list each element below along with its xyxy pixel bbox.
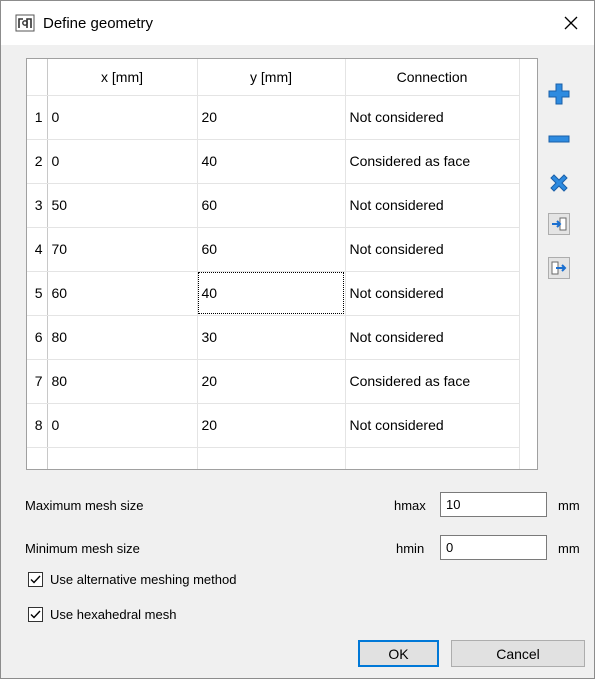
x-cell[interactable]: 0 bbox=[47, 95, 198, 140]
hexahedral-mesh-checkbox[interactable] bbox=[28, 607, 43, 622]
dialog-title: Define geometry bbox=[43, 15, 154, 32]
hmax-unit: mm bbox=[558, 498, 580, 513]
connection-cell[interactable]: Not considered bbox=[345, 227, 520, 272]
row-number[interactable]: 4 bbox=[27, 227, 48, 272]
hmin-unit: mm bbox=[558, 541, 580, 556]
corner-cell bbox=[27, 59, 48, 96]
x-cell[interactable]: 70 bbox=[47, 227, 198, 272]
connection-cell[interactable]: Considered as face bbox=[345, 139, 520, 184]
checkmark-icon bbox=[30, 610, 41, 619]
y-cell[interactable]: 20 bbox=[197, 359, 346, 404]
define-geometry-dialog: Define geometry x [mm] y [mm] Connection bbox=[0, 0, 595, 679]
row-number[interactable]: 5 bbox=[27, 271, 48, 316]
table-row: 8 0 20 Not considered bbox=[27, 403, 520, 448]
y-cell[interactable]: 20 bbox=[197, 403, 346, 448]
row-number[interactable]: 3 bbox=[27, 183, 48, 228]
hmax-label: hmax bbox=[394, 498, 426, 513]
table-row: 1 0 20 Not considered bbox=[27, 95, 520, 140]
table-row: 5 60 40 Not considered bbox=[27, 271, 520, 316]
x-cell[interactable]: 80 bbox=[47, 315, 198, 360]
x-cell[interactable]: 80 bbox=[47, 359, 198, 404]
checkmark-icon bbox=[30, 575, 41, 584]
x-cell[interactable]: 50 bbox=[47, 183, 198, 228]
column-header-connection[interactable]: Connection bbox=[345, 59, 520, 96]
alt-meshing-checkbox[interactable] bbox=[28, 572, 43, 587]
add-row-icon bbox=[548, 83, 570, 105]
table-header-row: x [mm] y [mm] Connection bbox=[27, 59, 520, 96]
connection-cell[interactable]: Not considered bbox=[345, 403, 520, 448]
y-cell[interactable]: 30 bbox=[197, 315, 346, 360]
x-cell[interactable]: 0 bbox=[47, 139, 198, 184]
y-cell[interactable] bbox=[197, 447, 346, 469]
column-header-y[interactable]: y [mm] bbox=[197, 59, 346, 96]
import-button[interactable] bbox=[548, 213, 570, 235]
delete-all-icon bbox=[550, 174, 568, 192]
connection-cell[interactable]: Not considered bbox=[345, 315, 520, 360]
connection-cell[interactable] bbox=[345, 447, 520, 469]
delete-all-button[interactable] bbox=[546, 170, 572, 196]
y-cell-focused[interactable]: 40 bbox=[197, 271, 346, 316]
cancel-button[interactable]: Cancel bbox=[451, 640, 585, 667]
x-cell[interactable]: 60 bbox=[47, 271, 198, 316]
y-cell[interactable]: 60 bbox=[197, 227, 346, 272]
max-mesh-size-label: Maximum mesh size bbox=[25, 498, 144, 513]
close-icon bbox=[564, 16, 578, 30]
table-row-new bbox=[27, 447, 520, 469]
column-header-x[interactable]: x [mm] bbox=[47, 59, 198, 96]
table-row: 7 80 20 Considered as face bbox=[27, 359, 520, 404]
table-row: 4 70 60 Not considered bbox=[27, 227, 520, 272]
y-cell[interactable]: 40 bbox=[197, 139, 346, 184]
remove-row-icon bbox=[548, 135, 570, 143]
hmax-input[interactable] bbox=[440, 492, 547, 517]
y-cell[interactable]: 20 bbox=[197, 95, 346, 140]
export-button[interactable] bbox=[548, 257, 570, 279]
row-number[interactable]: 1 bbox=[27, 95, 48, 140]
row-number[interactable]: 8 bbox=[27, 403, 48, 448]
hmin-input[interactable] bbox=[440, 535, 547, 560]
title-bar: Define geometry bbox=[1, 1, 594, 45]
table-row: 6 80 30 Not considered bbox=[27, 315, 520, 360]
connection-cell[interactable]: Not considered bbox=[345, 271, 520, 316]
min-mesh-size-label: Minimum mesh size bbox=[25, 541, 140, 556]
close-button[interactable] bbox=[548, 1, 594, 45]
row-number[interactable]: 6 bbox=[27, 315, 48, 360]
hexahedral-mesh-label[interactable]: Use hexahedral mesh bbox=[50, 607, 176, 622]
connection-cell[interactable]: Not considered bbox=[345, 183, 520, 228]
hmin-label: hmin bbox=[396, 541, 425, 556]
import-icon bbox=[552, 217, 567, 231]
row-number[interactable]: 2 bbox=[27, 139, 48, 184]
export-icon bbox=[551, 261, 567, 275]
remove-row-button[interactable] bbox=[546, 126, 572, 152]
add-row-button[interactable] bbox=[546, 81, 572, 107]
geometry-table: x [mm] y [mm] Connection 1 0 20 Not cons… bbox=[26, 58, 538, 470]
table-row: 3 50 60 Not considered bbox=[27, 183, 520, 228]
y-cell[interactable]: 60 bbox=[197, 183, 346, 228]
app-icon bbox=[15, 14, 35, 32]
row-number[interactable] bbox=[27, 447, 48, 469]
ok-button[interactable]: OK bbox=[358, 640, 439, 667]
x-cell[interactable] bbox=[47, 447, 198, 469]
table-row: 2 0 40 Considered as face bbox=[27, 139, 520, 184]
row-number[interactable]: 7 bbox=[27, 359, 48, 404]
connection-cell[interactable]: Considered as face bbox=[345, 359, 520, 404]
connection-cell[interactable]: Not considered bbox=[345, 95, 520, 140]
x-cell[interactable]: 0 bbox=[47, 403, 198, 448]
alt-meshing-label[interactable]: Use alternative meshing method bbox=[50, 572, 236, 587]
